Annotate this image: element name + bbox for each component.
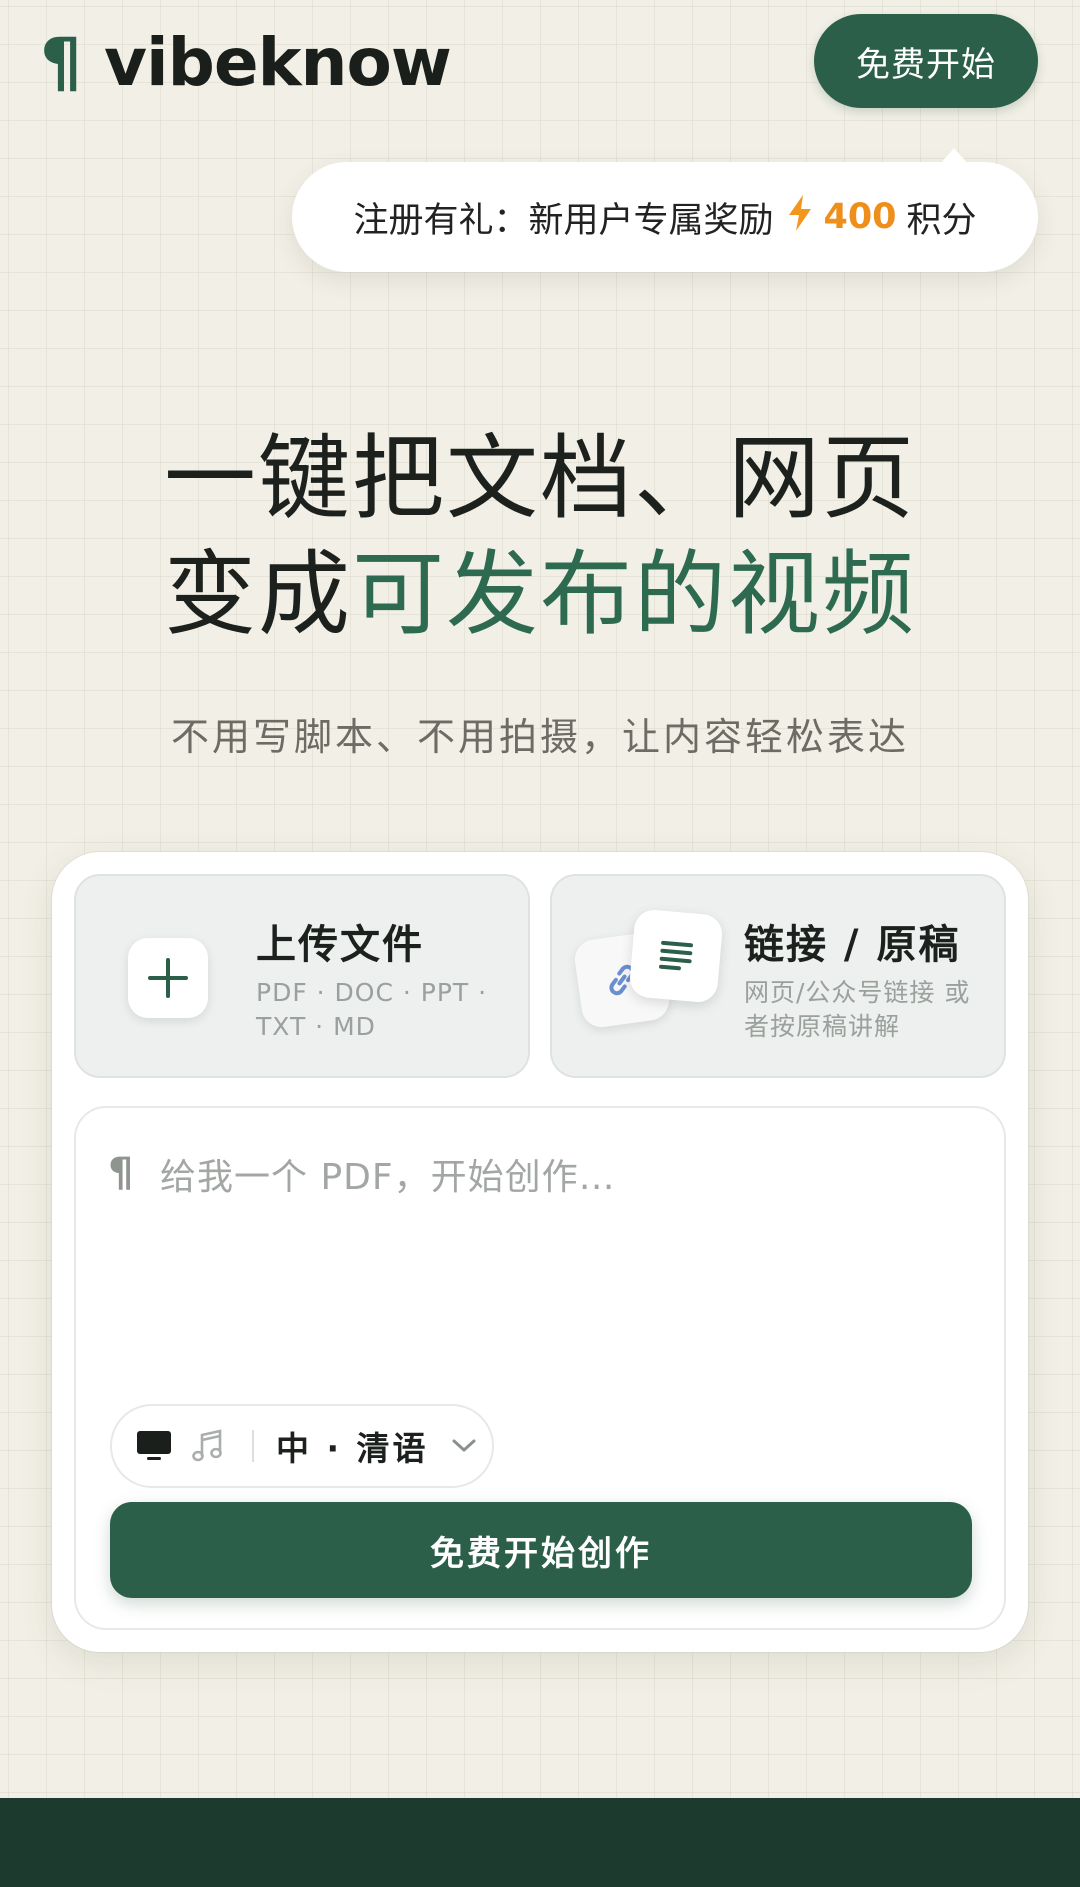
start-free-button[interactable]: 免费开始 <box>814 14 1038 108</box>
language-select[interactable]: 中 · 清语 <box>276 1422 429 1470</box>
hero-title-line-2: 变成可发布的视频 <box>0 544 1080 645</box>
plus-icon <box>128 938 208 1018</box>
monitor-icon[interactable] <box>136 1430 172 1462</box>
footer-band <box>0 1798 1080 1887</box>
logo-text: vibeknow <box>104 24 452 101</box>
link-draft-tile[interactable]: 链接 / 原稿 网页/公众号链接 或者按原稿讲解 <box>550 874 1006 1078</box>
document-lines-icon <box>628 908 724 1004</box>
points-unit: 积分 <box>906 200 977 241</box>
output-options-pill[interactable]: 中 · 清语 <box>110 1404 494 1488</box>
lightning-icon <box>787 194 813 240</box>
pilcrow-icon: ¶ <box>108 1150 134 1196</box>
hero-title-line-1: 一键把文档、网页 <box>163 425 916 532</box>
link-tile-title: 链接 / 原稿 <box>744 922 961 968</box>
points-value: 400 <box>823 197 897 237</box>
hero-subtitle: 不用写脚本、不用拍摄，让内容轻松表达 <box>170 715 909 759</box>
pilcrow-logo-icon: ¶ <box>40 24 82 101</box>
options-divider <box>252 1430 254 1462</box>
prompt-input[interactable]: 给我一个 PDF，开始创作… <box>160 1148 616 1200</box>
logo[interactable]: ¶ vibeknow <box>40 24 452 101</box>
hero-title-accent: 可发布的视频 <box>352 541 917 648</box>
upload-file-tile[interactable]: 上传文件 PDF · DOC · PPT · TXT · MD <box>74 874 530 1078</box>
signup-promo-bubble: 注册有礼：新用户专属奖励 400 积分 <box>292 148 1038 272</box>
link-tile-desc: 网页/公众号链接 或者按原稿讲解 <box>744 978 971 1041</box>
create-card: 上传文件 PDF · DOC · PPT · TXT · MD 链接 / 原稿 … <box>52 852 1028 1652</box>
upload-tile-formats: PDF · DOC · PPT · TXT · MD <box>256 978 488 1041</box>
hero-title-prefix: 变成 <box>163 541 352 648</box>
music-note-icon[interactable] <box>190 1428 226 1464</box>
start-creating-button[interactable]: 免费开始创作 <box>110 1502 972 1598</box>
upload-tile-title: 上传文件 <box>256 922 424 968</box>
chevron-down-icon[interactable] <box>451 1438 477 1454</box>
prompt-input-area[interactable]: ¶ 给我一个 PDF，开始创作… 中 · 清语 免费开始创作 <box>74 1106 1006 1630</box>
promo-text: 注册有礼：新用户专属奖励 <box>353 200 774 241</box>
